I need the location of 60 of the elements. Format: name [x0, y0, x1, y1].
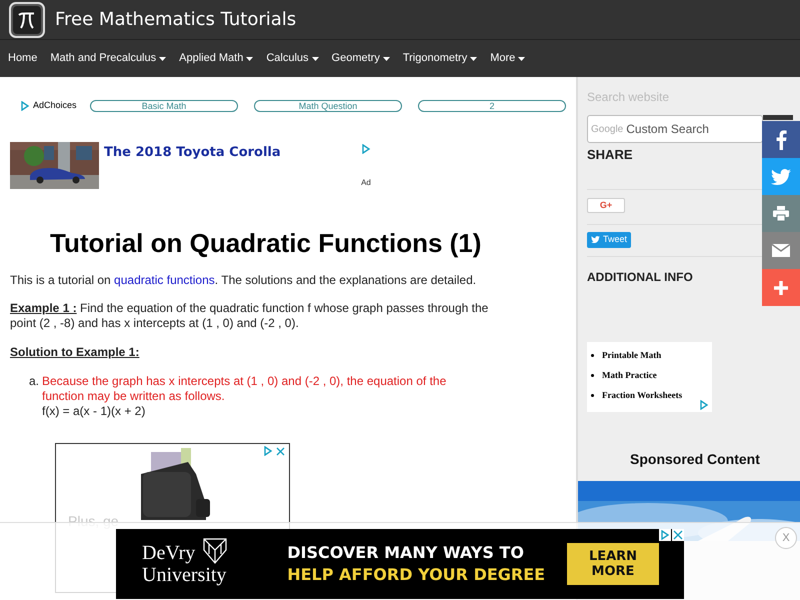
adchoices-icon: [699, 400, 709, 410]
brand-name: University: [142, 564, 226, 586]
ad-label: Ad: [361, 177, 371, 189]
bird-icon: [771, 168, 791, 184]
ad-item-link[interactable]: Fraction Worksheets: [602, 388, 682, 402]
bullet-icon: [591, 394, 594, 397]
share-heading: SHARE: [587, 146, 633, 164]
ad-link[interactable]: 2: [418, 100, 566, 112]
google-brand-label: Google: [591, 122, 624, 136]
formula: f(x) = a(x - 1)(x + 2): [42, 404, 146, 419]
search-input[interactable]: Custom Search: [626, 120, 736, 138]
ad-link[interactable]: Basic Math: [90, 100, 238, 112]
pi-logo-icon[interactable]: [9, 2, 45, 38]
brand-name: DeVry: [142, 542, 196, 564]
ad-headline[interactable]: The 2018 Toyota Corolla: [104, 143, 281, 161]
share-button[interactable]: [762, 158, 800, 195]
ad-headline: HELP AFFORD YOUR DEGREE: [287, 564, 546, 586]
learn-more-button[interactable]: LEARN MORE: [567, 543, 659, 585]
bullet-icon: [591, 354, 594, 357]
bird-icon: [591, 236, 600, 243]
close-icon[interactable]: [672, 529, 684, 541]
nav-link[interactable]: Home: [8, 50, 38, 67]
adchoices-icon: [361, 144, 371, 154]
example-paragraph: Example 1 : Find the equation of the quadratic function f whose graph passes through the point (2 , -8) and has x intercepts at (1 , 0) and (-2 , 0).: [10, 301, 490, 331]
ad-link[interactable]: Math Question: [254, 100, 402, 112]
nav-link[interactable]: Calculus: [266, 50, 319, 67]
share-button[interactable]: [762, 269, 800, 306]
adchoices-label[interactable]: AdChoices: [33, 99, 77, 113]
nav-link[interactable]: Trigonometry: [402, 50, 478, 67]
envelope-icon: [772, 244, 790, 257]
site-title[interactable]: Free Mathematics Tutorials: [55, 6, 296, 33]
bullet-icon: [591, 374, 594, 377]
share-button[interactable]: [762, 121, 800, 158]
sponsored-heading: Sponsored Content: [630, 450, 760, 469]
printer-icon: [773, 206, 789, 221]
ad-headline: DISCOVER MANY WAYS TO: [287, 542, 525, 564]
adchoices-icon: [20, 101, 30, 111]
nav-link[interactable]: Applied Math: [179, 50, 254, 67]
solution-heading: Solution to Example 1:: [10, 344, 140, 361]
facebook-icon: [775, 130, 787, 150]
adchoices-icon: [660, 530, 670, 540]
tutorial-title: Tutorial on Quadratic Functions (1): [50, 227, 482, 259]
nav-link[interactable]: Geometry: [332, 50, 390, 67]
google-plus-button[interactable]: G+: [587, 198, 625, 212]
additional-info-heading: ADDITIONAL INFO: [587, 268, 693, 286]
quadratic-functions-link[interactable]: quadratic functions: [114, 273, 215, 287]
close-icon[interactable]: [276, 446, 285, 456]
nav-link[interactable]: More: [490, 50, 526, 67]
step-text: Because the graph has x intercepts at (1 , 0) and (-2 , 0), the equation of the function may be written as follows.: [42, 374, 448, 404]
banner-ad[interactable]: DeVry University DISCOVER MANY WAYS TO HELP AFFORD YOUR DEGREE LEARN MORE: [116, 529, 684, 599]
ad-item-link[interactable]: Math Practice: [602, 368, 657, 382]
step-marker: a.: [29, 374, 40, 389]
adchoices-icon: [263, 446, 273, 456]
shield-logo-icon: [203, 538, 228, 564]
share-button[interactable]: [762, 232, 800, 269]
plus-icon: [773, 280, 789, 296]
intro-paragraph: This is a tutorial on quadratic functions. The solutions and the explanations are detailed.: [10, 273, 478, 288]
ad-item-link[interactable]: Printable Math: [602, 348, 662, 362]
nav-link[interactable]: Math and Precalculus: [50, 50, 166, 67]
share-button[interactable]: [762, 195, 800, 232]
